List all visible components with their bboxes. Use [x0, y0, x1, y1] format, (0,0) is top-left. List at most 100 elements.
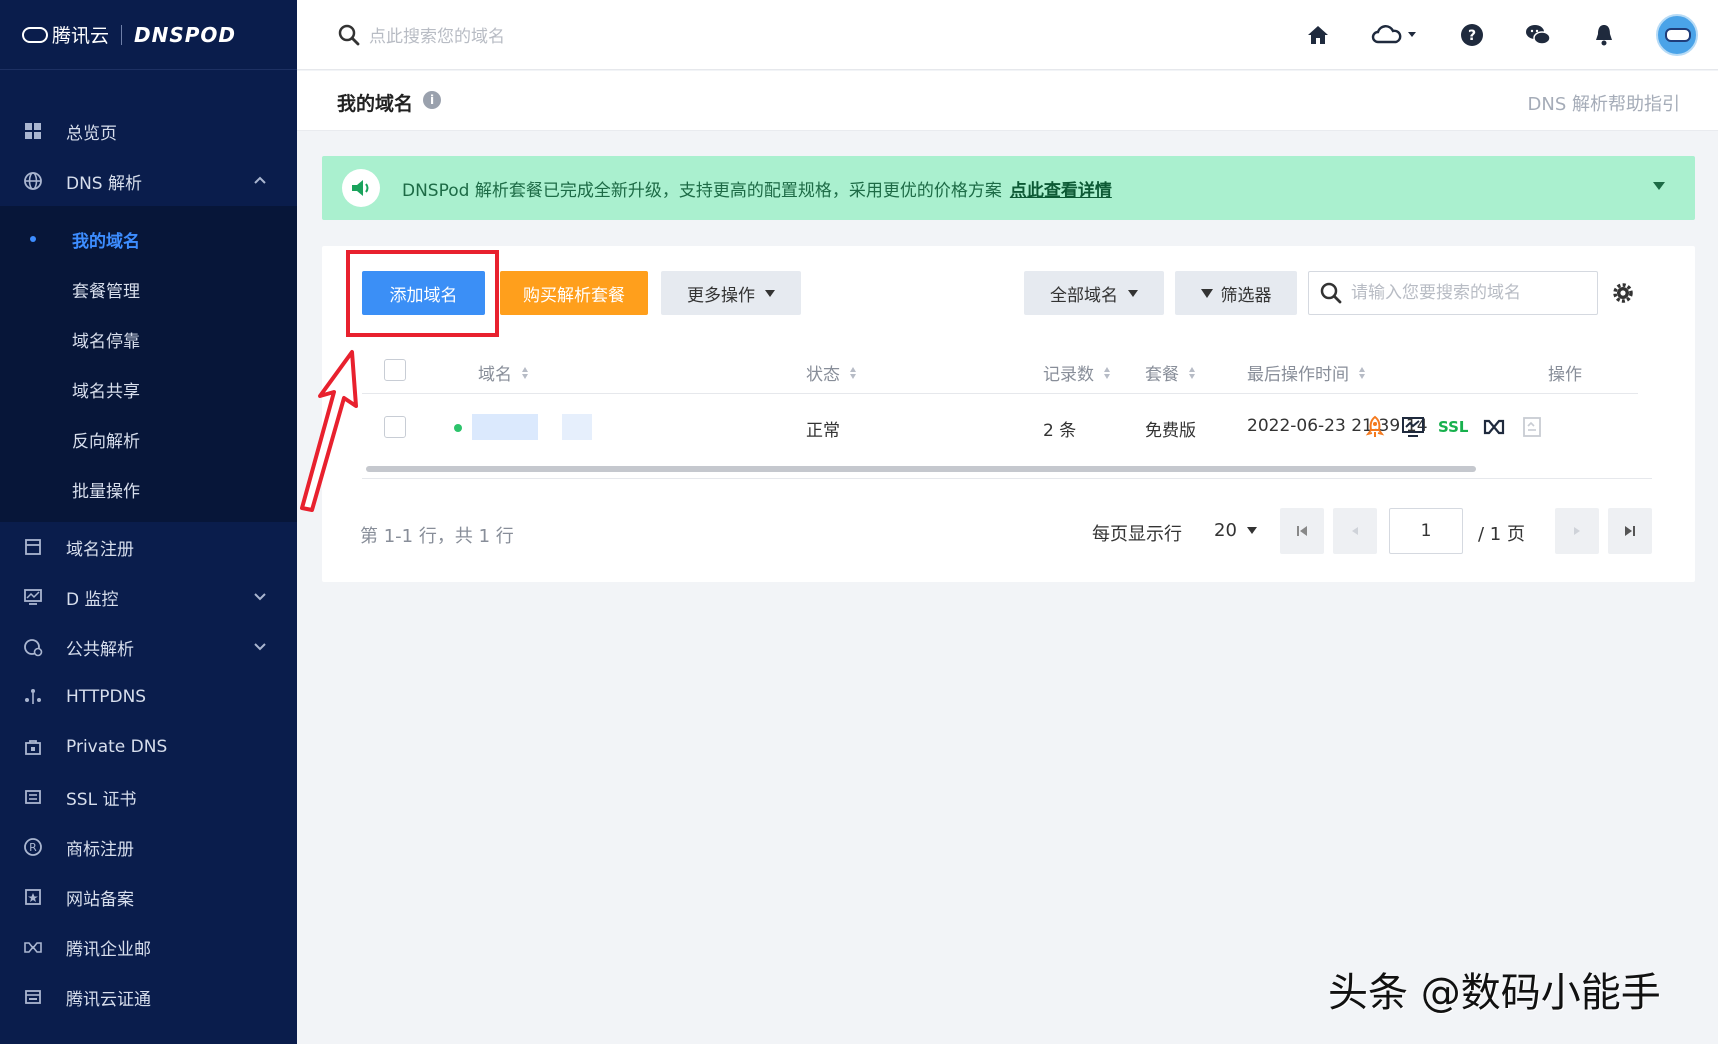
status-dot	[454, 424, 462, 432]
domain-name-redacted[interactable]	[472, 414, 538, 440]
home-icon[interactable]	[1304, 21, 1332, 49]
page-number-input[interactable]	[1389, 508, 1463, 554]
all-domains-label: 全部域名	[1050, 285, 1118, 306]
sidebar-item-public-dns[interactable]: 公共解析	[0, 622, 297, 672]
package-name: 免费版	[1145, 421, 1196, 441]
horizontal-scrollbar[interactable]	[366, 466, 1476, 472]
sidebar-item-cert-pass[interactable]: 腾讯云证通	[0, 972, 297, 1022]
avatar[interactable]	[1656, 14, 1698, 56]
notification-bell-icon[interactable]	[1590, 21, 1618, 49]
sidebar-item-reverse-dns[interactable]: 反向解析	[0, 414, 297, 464]
info-icon[interactable]: i	[423, 91, 441, 109]
row-actions: SSL	[1362, 414, 1557, 440]
sidebar-item-label: 反向解析	[72, 431, 140, 452]
wechat-icon[interactable]	[1524, 21, 1552, 49]
sidebar: 腾讯云 DNSPOD 总览页 DNS 解析 我的域名 套餐管理 域名停靠 域名共…	[0, 0, 297, 1044]
rows-per-page-value: 20	[1214, 520, 1237, 541]
col-domain[interactable]: 域名	[478, 360, 528, 385]
mail-icon[interactable]	[1481, 414, 1507, 440]
domain-search-box[interactable]	[1308, 271, 1598, 315]
next-page-button[interactable]	[1555, 508, 1599, 554]
buy-package-button[interactable]: 购买解析套餐	[500, 271, 648, 315]
svg-text:R: R	[29, 841, 37, 854]
sidebar-item-overview[interactable]: 总览页	[0, 106, 297, 156]
sidebar-item-dns[interactable]: DNS 解析	[0, 156, 297, 206]
sidebar-item-label: 批量操作	[72, 481, 140, 502]
mail-icon	[22, 936, 44, 958]
sidebar-item-domain-parking[interactable]: 域名停靠	[0, 314, 297, 364]
chevron-down-icon[interactable]	[253, 589, 267, 603]
sort-icon	[850, 366, 856, 380]
sidebar-item-trademark[interactable]: R 商标注册	[0, 822, 297, 872]
monitor-icon[interactable]	[1400, 414, 1426, 440]
row-checkbox[interactable]	[384, 416, 406, 438]
sidebar-item-label: HTTPDNS	[66, 687, 147, 707]
sidebar-item-private-dns[interactable]: Private DNS	[0, 722, 297, 772]
more-actions-dropdown[interactable]: 更多操作	[661, 271, 801, 315]
record-edit-icon[interactable]	[1519, 414, 1545, 440]
select-all-checkbox[interactable]	[384, 359, 406, 381]
sidebar-item-my-domains[interactable]: 我的域名	[0, 214, 297, 264]
caret-down-icon	[1246, 527, 1257, 534]
chevron-up-icon[interactable]	[253, 173, 267, 187]
record-count[interactable]: 2 条	[1043, 416, 1076, 441]
last-page-button[interactable]	[1608, 508, 1652, 554]
col-last-operation[interactable]: 最后操作时间	[1247, 360, 1365, 385]
sidebar-nav: 总览页 DNS 解析 我的域名 套餐管理 域名停靠 域名共享 反向解析 批量操作…	[0, 70, 297, 1022]
logo-tencent-text: 腾讯云	[52, 25, 110, 47]
sidebar-item-domain-sharing[interactable]: 域名共享	[0, 364, 297, 414]
ssl-badge[interactable]: SSL	[1438, 418, 1469, 436]
table-row[interactable]: 正常 2 条 免费版 2022-06-23 21:39:14 SSL	[362, 394, 1638, 460]
all-domains-dropdown[interactable]: 全部域名	[1024, 271, 1164, 315]
global-search-input[interactable]: 点此搜索您的域名	[369, 22, 505, 47]
annotation-highlight-box	[346, 250, 499, 337]
logo[interactable]: 腾讯云 DNSPOD	[0, 0, 297, 70]
pagination: 每页显示行 20 / 1 页	[322, 508, 1695, 554]
banner-details-link[interactable]: 点此查看详情	[1010, 176, 1112, 201]
sidebar-item-icp-filing[interactable]: 网站备案	[0, 872, 297, 922]
col-status[interactable]: 状态	[806, 360, 856, 385]
sidebar-item-ssl-certificate[interactable]: SSL 证书	[0, 772, 297, 822]
sidebar-item-batch-operations[interactable]: 批量操作	[0, 464, 297, 514]
speaker-icon	[342, 169, 380, 207]
cloud-menu-icon[interactable]	[1370, 21, 1420, 49]
sidebar-item-label: 域名共享	[72, 381, 140, 402]
filter-button[interactable]: 筛选器	[1175, 271, 1297, 315]
banner-expand-icon[interactable]	[1653, 182, 1665, 190]
ssl-cert-icon	[22, 786, 44, 808]
httpdns-icon	[22, 686, 44, 708]
rocket-icon[interactable]	[1362, 414, 1388, 440]
rows-per-page-select[interactable]: 20	[1214, 520, 1257, 541]
col-package[interactable]: 套餐	[1145, 360, 1195, 385]
sidebar-item-httpdns[interactable]: HTTPDNS	[0, 672, 297, 722]
dns-subnav: 我的域名 套餐管理 域名停靠 域名共享 反向解析 批量操作	[0, 206, 297, 522]
total-pages: / 1 页	[1478, 524, 1525, 545]
active-dot	[30, 236, 36, 242]
dns-help-link[interactable]: DNS 解析帮助指引	[1528, 90, 1680, 116]
prev-page-icon	[1352, 527, 1358, 535]
sidebar-item-label: Private DNS	[66, 737, 168, 757]
table-header: 域名 状态 记录数 套餐 最后操作时间 操作	[362, 346, 1638, 394]
col-records[interactable]: 记录数	[1043, 360, 1110, 385]
search-icon[interactable]	[337, 23, 361, 47]
sidebar-item-label: 网站备案	[66, 889, 134, 910]
watermark: 头条 @数码小能手	[1328, 970, 1661, 1016]
sidebar-item-domain-registration[interactable]: 域名注册	[0, 522, 297, 572]
prev-page-button[interactable]	[1333, 508, 1377, 554]
col-actions-label: 操作	[1548, 365, 1582, 385]
gear-icon[interactable]	[1610, 280, 1636, 306]
first-page-button[interactable]	[1280, 508, 1324, 554]
help-icon[interactable]: ?	[1458, 21, 1486, 49]
sort-icon	[522, 366, 528, 380]
certificate-icon	[22, 986, 44, 1008]
sidebar-item-enterprise-mail[interactable]: 腾讯企业邮	[0, 922, 297, 972]
sidebar-item-package-management[interactable]: 套餐管理	[0, 264, 297, 314]
chevron-down-icon[interactable]	[253, 639, 267, 653]
sidebar-item-d-monitor[interactable]: D 监控	[0, 572, 297, 622]
search-icon	[1320, 282, 1342, 304]
domain-search-input[interactable]	[1351, 283, 1591, 303]
sidebar-item-label: 套餐管理	[72, 281, 140, 302]
filter-label: 筛选器	[1220, 285, 1272, 306]
sidebar-item-label: SSL 证书	[66, 789, 137, 810]
announcement-banner: DNSPod 解析套餐已完成全新升级，支持更高的配置规格，采用更优的价格方案 点…	[322, 156, 1695, 220]
